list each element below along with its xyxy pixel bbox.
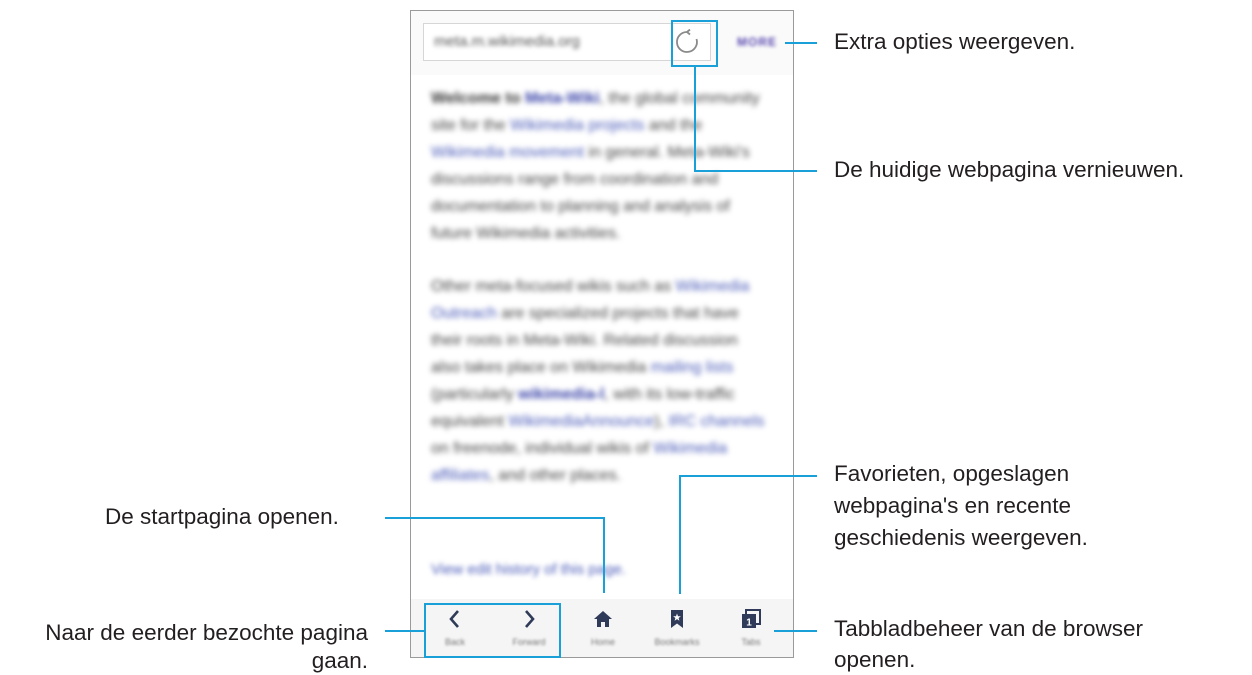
browser-screen: meta.m.wikimedia.org MORE Welcome to Met… (410, 10, 794, 658)
bookmarks-callout-line (679, 475, 817, 477)
backforward-highlight-box (424, 603, 561, 658)
tabs-callout-label-1: Tabbladbeheer van de browser (834, 616, 1143, 641)
tabs-button[interactable]: 1 Tabs (721, 599, 781, 657)
more-callout-label: Extra opties weergeven. (834, 29, 1076, 54)
home-icon (594, 611, 612, 627)
bookmarks-callout-label-3: geschiedenis weergeven. (834, 525, 1088, 550)
tabs-label: Tabs (741, 637, 761, 647)
refresh-callout-label: De huidige webpagina vernieuwen. (834, 157, 1185, 182)
bookmarks-callout-label-2: webpagina's en recente (834, 493, 1071, 518)
article-text: on freenode, individual wikis of (431, 440, 654, 457)
backforward-callout-label-1: Naar de eerder bezochte pagina (45, 620, 368, 645)
bookmarks-button[interactable]: Bookmarks (647, 599, 707, 657)
home-callout-label: De startpagina openen. (105, 504, 339, 529)
bookmarks-callout-vline (679, 476, 681, 594)
article-text: , and other places. (489, 467, 622, 484)
url-input[interactable]: meta.m.wikimedia.org (423, 23, 711, 61)
article-paragraph: Other meta-focused wikis such as Wikimed… (431, 273, 771, 489)
article-link[interactable]: wikimedia-l (518, 386, 604, 403)
article-link[interactable]: IRC channels (668, 413, 764, 430)
article-text: (particularly (431, 386, 519, 403)
home-button[interactable]: Home (573, 599, 633, 657)
backforward-callout-label-2: gaan. (311, 648, 368, 673)
home-label: Home (590, 637, 615, 647)
bookmarks-callout-label-1: Favorieten, opgeslagen (834, 461, 1070, 486)
address-bar: meta.m.wikimedia.org MORE (411, 11, 793, 75)
page-content: Welcome to Meta-Wiki, the global communi… (431, 85, 771, 515)
backforward-callout-line (385, 630, 424, 632)
tabs-callout-line (774, 630, 817, 632)
more-button[interactable]: MORE (737, 35, 777, 49)
article-link[interactable]: Wikimedia movement (431, 144, 584, 161)
edit-history-link[interactable]: View edit history of this page. (431, 561, 626, 578)
more-callout-line (785, 42, 817, 44)
article-paragraph: Welcome to Meta-Wiki, the global communi… (431, 85, 771, 247)
refresh-callout-line (694, 170, 817, 172)
home-callout-vline (603, 517, 605, 593)
tab-count: 1 (746, 618, 752, 629)
article-text: Welcome to (431, 90, 525, 107)
url-text: meta.m.wikimedia.org (434, 33, 580, 50)
article-link[interactable]: WikimediaAnnounce (508, 413, 654, 430)
refresh-highlight-box (671, 20, 718, 67)
tabs-callout-label-2: openen. (834, 647, 916, 672)
article-link[interactable]: mailing lists (651, 359, 734, 376)
article-link[interactable]: Meta-Wiki (525, 90, 600, 107)
refresh-callout-vline (694, 67, 696, 171)
bookmark-icon (671, 610, 683, 628)
article-text: Other meta-focused wikis such as (431, 278, 676, 295)
article-text: ), (654, 413, 669, 430)
tabs-icon: 1 (742, 609, 761, 629)
article-link[interactable]: Wikimedia projects (510, 117, 644, 134)
bookmarks-label: Bookmarks (654, 637, 700, 647)
home-callout-line (385, 517, 605, 519)
